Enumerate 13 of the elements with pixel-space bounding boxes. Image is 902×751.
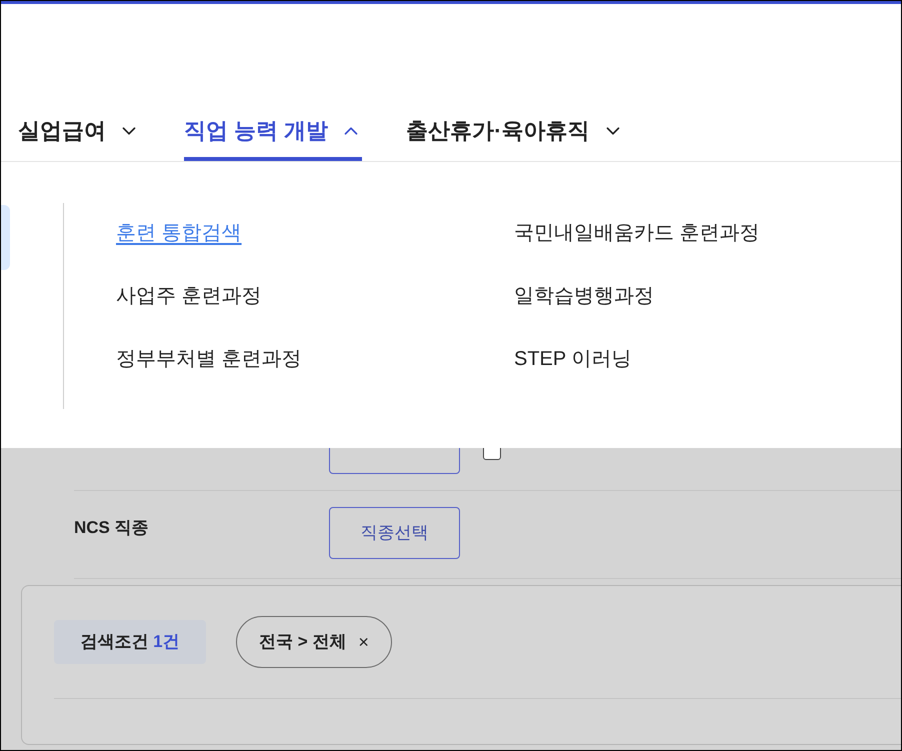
- nav-tab[interactable]: 출산휴가·육아휴직: [406, 114, 624, 161]
- menu-link[interactable]: 정부부처별 훈련과정: [116, 347, 302, 372]
- menu-link[interactable]: STEP 이러닝: [514, 347, 632, 372]
- filter-label: NCS 직종: [74, 517, 150, 539]
- menu-link[interactable]: 일학습병행과정: [514, 284, 654, 309]
- menu-link[interactable]: 훈련 통합검색: [116, 221, 242, 246]
- nav-tab[interactable]: 실업급여: [18, 114, 140, 161]
- menu-link[interactable]: 국민내일배움카드 훈련과정: [514, 221, 760, 246]
- conditions-count-badge: 검색조건 1건: [54, 620, 206, 664]
- nav-tab[interactable]: 직업 능력 개발: [184, 114, 362, 161]
- menu-link[interactable]: 사업주 훈련과정: [116, 284, 262, 309]
- filter-chip[interactable]: 전국 > 전체 ×: [236, 616, 392, 668]
- select-button[interactable]: 직종선택: [329, 507, 460, 559]
